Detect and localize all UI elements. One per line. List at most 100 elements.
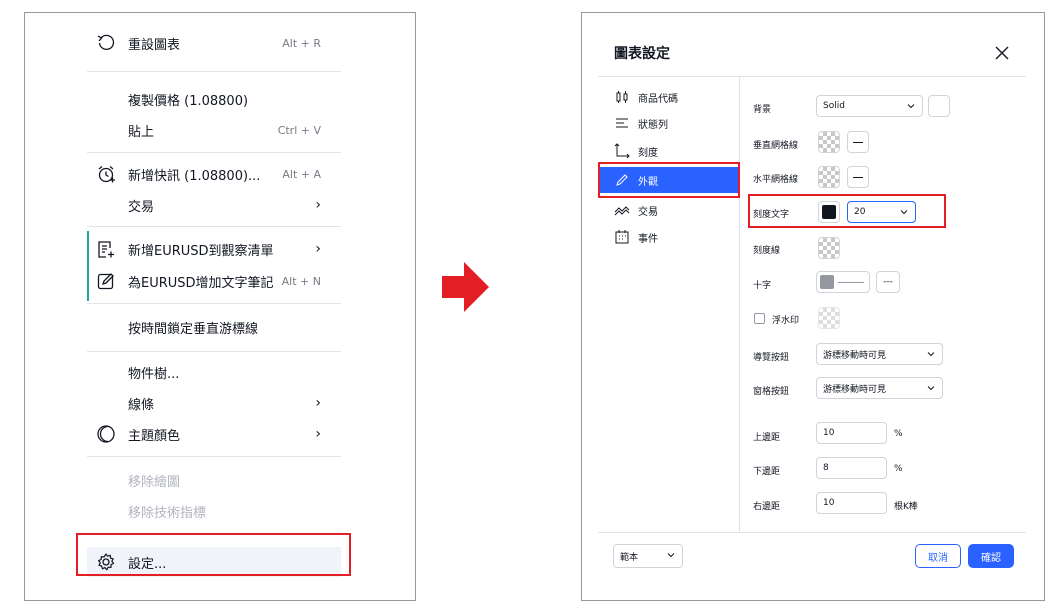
menu-item-copy-price[interactable]: 複製價格 (1.08800) [87,84,341,114]
menu-item-label: 主題顏色 [128,428,181,444]
right-margin-value: 10 [823,498,835,508]
divider [598,76,1026,77]
top-margin-unit: % [894,429,903,439]
status-line-icon [616,118,628,128]
vert-grid-label: 垂直網格線 [753,141,799,151]
nav-item-symbol[interactable]: 商品代碼 [600,84,738,110]
menu-item-label: 複製價格 (1.08800) [128,93,249,109]
watermark-checkbox[interactable] [754,313,765,324]
crosshair-line-preview [838,282,864,283]
menu-item-label: 物件樹... [128,366,180,382]
nav-buttons-select[interactable]: 游標移動時可見 [816,343,943,365]
chevron-down-icon [907,104,915,109]
chart-settings-screenshot: 圖表設定 商品代碼 狀態列 刻度 外觀 交易 事件 背景 Solid 垂直網格線… [581,12,1045,601]
bottom-margin-unit: % [894,464,903,474]
reset-icon [97,34,115,51]
divider [739,77,740,532]
cancel-button[interactable]: 取消 [915,544,961,568]
menu-item-reset-chart[interactable]: 重設圖表 Alt + R [87,28,341,58]
trading-icon [614,206,630,216]
menu-item-label: 重設圖表 [128,37,181,53]
menu-item-label: 貼上 [128,124,155,140]
nav-item-label: 交易 [638,206,658,218]
crosshair-label: 十字 [753,281,772,291]
appearance-highlight-box [598,162,740,198]
menu-item-paste[interactable]: 貼上 Ctrl + V [87,115,341,145]
candles-icon [616,91,628,103]
nav-item-label: 商品代碼 [638,93,678,105]
right-margin-label: 右邊距 [753,502,781,512]
bottom-margin-label: 下邊距 [753,467,781,477]
scale-lines-color-swatch[interactable] [818,237,840,259]
context-menu: 重設圖表 Alt + R 複製價格 (1.08800) 貼上 Ctrl + V … [87,21,341,581]
top-margin-label: 上邊距 [753,433,781,443]
bottom-margin-value: 8 [823,463,829,473]
menu-item-add-note[interactable]: 為EURUSD增加文字筆記 Alt + N [87,266,341,296]
nav-item-trading[interactable]: 交易 [600,197,738,223]
bottom-margin-input[interactable]: 8 [816,457,887,479]
menu-separator [87,456,341,457]
menu-item-label: 新增快訊 (1.08800)... [128,168,261,184]
horz-grid-line-style[interactable] [847,166,869,188]
background-select[interactable]: Solid [816,95,923,117]
menu-separator [87,351,341,352]
nav-buttons-label: 導覽按鈕 [753,353,790,363]
vert-grid-line-style[interactable] [847,131,869,153]
menu-separator [87,303,341,304]
crosshair-color-fill [820,275,834,289]
watermark-label: 浮水印 [772,316,800,326]
crosshair-line-style[interactable]: --- [876,271,900,293]
menu-item-remove-indicators: 移除技術指標 [87,496,341,526]
shortcut-text: Alt + R [282,36,321,50]
pane-buttons-select[interactable]: 游標移動時可見 [816,377,943,399]
menu-item-object-tree[interactable]: 物件樹... [87,357,341,387]
background-label: 背景 [753,105,772,115]
background-value: Solid [823,101,845,111]
right-margin-input[interactable]: 10 [816,492,887,514]
calendar-icon [615,230,629,244]
menu-item-label: 按時間鎖定垂直游標線 [128,321,259,337]
chevron-right-icon: › [315,395,321,411]
shortcut-text: Ctrl + V [277,123,321,137]
shortcut-text: Alt + A [282,167,321,181]
nav-item-label: 刻度 [638,147,658,159]
chevron-right-icon: › [315,197,321,213]
menu-item-lock-crosshair[interactable]: 按時間鎖定垂直游標線 [87,312,341,342]
menu-item-add-watchlist[interactable]: 新增EURUSD到觀察清單 › [87,234,341,264]
context-menu-screenshot: 重設圖表 Alt + R 複製價格 (1.08800) 貼上 Ctrl + V … [24,12,416,601]
chevron-right-icon: › [315,426,321,442]
nav-buttons-value: 游標移動時可見 [823,350,887,361]
ok-button[interactable]: 確認 [968,544,1014,568]
vert-grid-color-swatch[interactable] [818,131,840,153]
crosshair-color-swatch[interactable] [816,271,870,293]
background-color-swatch[interactable] [928,95,950,117]
shortcut-text: Alt + N [281,274,321,288]
nav-item-scales[interactable]: 刻度 [600,138,738,164]
template-select[interactable]: 範本 [613,544,683,568]
scale-lines-label: 刻度線 [753,246,781,256]
horz-grid-label: 水平網格線 [753,175,799,185]
nav-item-status-line[interactable]: 狀態列 [600,110,738,136]
menu-item-lines[interactable]: 線條 › [87,388,341,418]
nav-item-events[interactable]: 事件 [600,224,738,250]
horz-grid-color-swatch[interactable] [818,166,840,188]
alarm-clock-icon [98,166,115,183]
top-margin-input[interactable]: 10 [816,422,887,444]
menu-item-add-alert[interactable]: 新增快訊 (1.08800)... Alt + A [87,159,341,189]
menu-separator [87,71,341,72]
top-margin-value: 10 [823,428,835,438]
arrow-right-icon [442,262,489,312]
chevron-down-icon [927,352,935,357]
menu-item-label: 線條 [128,397,155,413]
menu-item-label: 新增EURUSD到觀察清單 [128,243,274,259]
menu-item-theme[interactable]: 主題顏色 › [87,419,341,449]
menu-item-trade[interactable]: 交易 › [87,190,341,220]
watermark-color-swatch [818,307,840,329]
dialog-title: 圖表設定 [614,46,670,62]
scale-text-highlight-box [748,194,946,228]
menu-item-remove-drawings: 移除繪圖 [87,465,341,495]
menu-item-label: 移除技術指標 [128,505,207,521]
pane-buttons-label: 窗格按鈕 [753,387,790,397]
menu-item-label: 移除繪圖 [128,474,181,490]
close-icon[interactable] [992,43,1012,63]
